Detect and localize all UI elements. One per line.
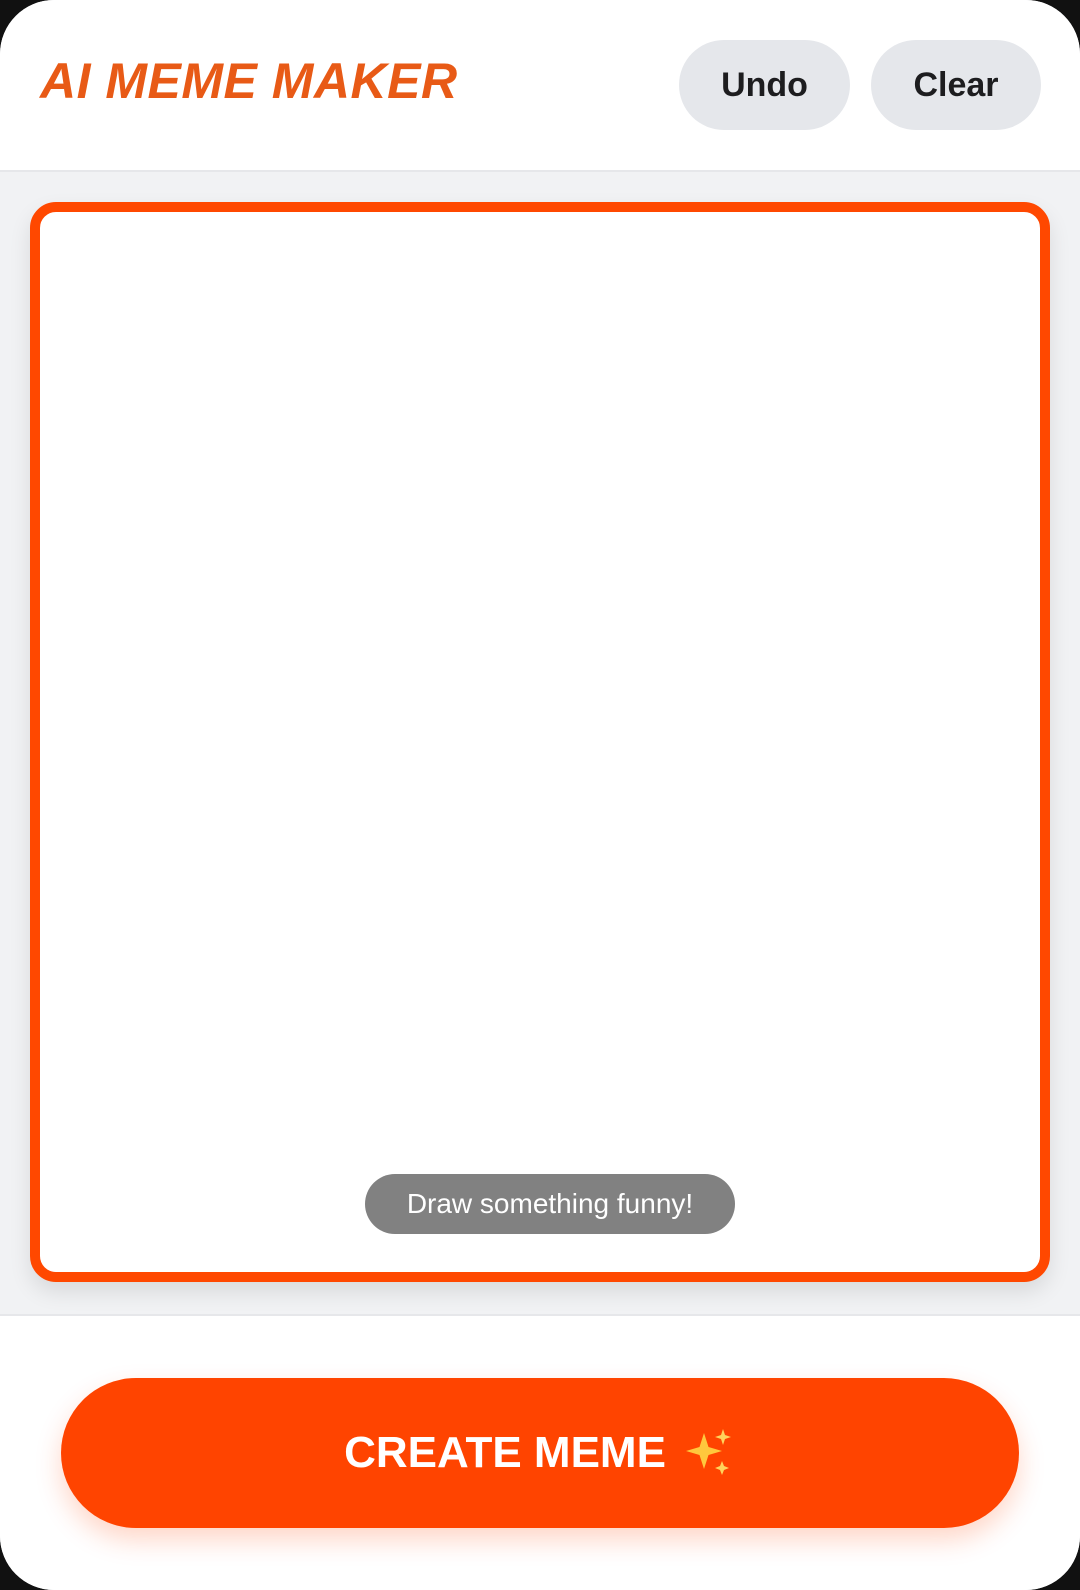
canvas-hint: Draw something funny!	[365, 1174, 735, 1234]
undo-button[interactable]: Undo	[679, 40, 850, 130]
create-meme-button[interactable]: CREATE MEME	[61, 1378, 1019, 1528]
app-window: AI MEME MAKER Undo Clear Draw something …	[0, 0, 1080, 1590]
footer-bar: CREATE MEME	[0, 1316, 1080, 1590]
drawing-canvas[interactable]: Draw something funny!	[30, 202, 1050, 1282]
canvas-area: Draw something funny!	[0, 172, 1080, 1316]
clear-button[interactable]: Clear	[871, 40, 1041, 130]
app-title: AI MEME MAKER	[40, 53, 458, 109]
header-bar: AI MEME MAKER Undo Clear	[0, 0, 1080, 172]
create-meme-label: CREATE MEME	[344, 1428, 666, 1477]
sparkles-icon	[680, 1425, 736, 1481]
